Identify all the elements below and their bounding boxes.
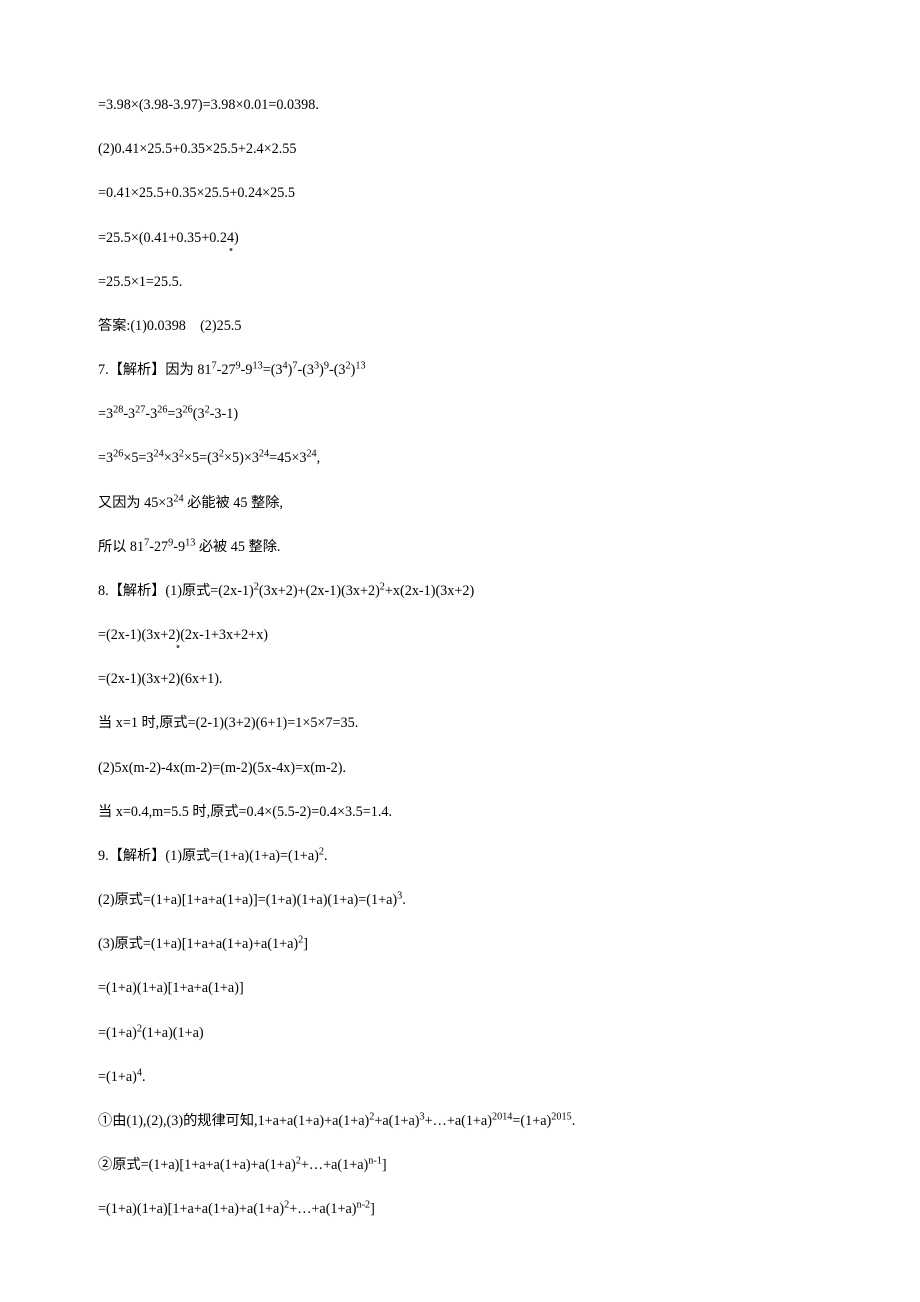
text-fragment: +x(2x-1)(3x+2) bbox=[385, 583, 474, 599]
emphasis-dot: 4 bbox=[227, 229, 234, 248]
text-fragment: -3 bbox=[123, 406, 135, 422]
text-line: (3)原式=(1+a)[1+a+a(1+a)+a(1+a)2] bbox=[98, 935, 822, 954]
text-line: =(1+a)(1+a)[1+a+a(1+a)] bbox=[98, 979, 822, 998]
document-page: =3.98×(3.98-3.97)=3.98×0.01=0.0398. (2)0… bbox=[0, 0, 920, 1302]
answer-line: 答案:(1)0.0398 (2)25.5 bbox=[98, 317, 822, 336]
text-fragment: (3)原式=(1+a)[1+a+a(1+a)+a(1+a) bbox=[98, 936, 298, 952]
superscript: 13 bbox=[355, 360, 365, 371]
superscript: 26 bbox=[183, 404, 193, 415]
text-fragment: (2)原式=(1+a)[1+a+a(1+a)]=(1+a)(1+a)(1+a)=… bbox=[98, 892, 397, 908]
text-fragment: (2x-1+3x+2+x) bbox=[180, 627, 268, 643]
superscript: 2014 bbox=[492, 1111, 512, 1122]
superscript: 27 bbox=[135, 404, 145, 415]
text-fragment: . bbox=[324, 848, 328, 864]
text-fragment: 必能被 45 整除, bbox=[184, 495, 283, 511]
text-line: (2)原式=(1+a)[1+a+a(1+a)]=(1+a)(1+a)(1+a)=… bbox=[98, 891, 822, 910]
solution-line-8: 8.【解析】(1)原式=(2x-1)2(3x+2)+(2x-1)(3x+2)2+… bbox=[98, 582, 822, 601]
text-fragment: +…+a(1+a) bbox=[425, 1113, 492, 1129]
text-line: 当 x=1 时,原式=(2-1)(3+2)(6+1)=1×5×7=35. bbox=[98, 714, 822, 733]
text-fragment: ) bbox=[234, 230, 239, 246]
text-line: (2)0.41×25.5+0.35×25.5+2.4×2.55 bbox=[98, 140, 822, 159]
text-fragment: ] bbox=[370, 1201, 375, 1217]
superscript: n-1 bbox=[368, 1155, 382, 1166]
text-fragment: 9.【解析】(1)原式=(1+a)(1+a)=(1+a) bbox=[98, 848, 319, 864]
text-fragment: =45×3 bbox=[269, 450, 306, 466]
text-fragment: -27 bbox=[149, 539, 168, 555]
text-fragment: (3x+2)+(2x-1)(3x+2) bbox=[259, 583, 380, 599]
text-fragment: -27 bbox=[217, 362, 236, 378]
text-fragment: 所以 81 bbox=[98, 539, 144, 555]
solution-line-9: 9.【解析】(1)原式=(1+a)(1+a)=(1+a)2. bbox=[98, 847, 822, 866]
text-fragment: , bbox=[317, 450, 321, 466]
text-fragment: =(1+a)(1+a)[1+a+a(1+a)+a(1+a) bbox=[98, 1201, 284, 1217]
text-line: ①由(1),(2),(3)的规律可知,1+a+a(1+a)+a(1+a)2+a(… bbox=[98, 1112, 822, 1131]
superscript: 13 bbox=[185, 537, 195, 548]
text-line: =(2x-1)(3x+2)(6x+1). bbox=[98, 670, 822, 689]
text-line: 所以 817-279-913 必被 45 整除. bbox=[98, 538, 822, 557]
superscript: 24 bbox=[154, 449, 164, 460]
text-fragment: =3 bbox=[167, 406, 182, 422]
solution-line-7: 7.【解析】因为 817-279-913=(34)7-(33)9-(32)13 bbox=[98, 361, 822, 380]
text-fragment: . bbox=[142, 1069, 146, 1085]
text-fragment: -9 bbox=[173, 539, 185, 555]
text-fragment: ×5=(3 bbox=[184, 450, 219, 466]
text-fragment: (1+a)(1+a) bbox=[142, 1025, 204, 1041]
text-line: =0.41×25.5+0.35×25.5+0.24×25.5 bbox=[98, 184, 822, 203]
text-line: 又因为 45×324 必能被 45 整除, bbox=[98, 494, 822, 513]
text-line: =(1+a)(1+a)[1+a+a(1+a)+a(1+a)2+…+a(1+a)n… bbox=[98, 1200, 822, 1219]
superscript: 13 bbox=[252, 360, 262, 371]
text-fragment: =3 bbox=[98, 406, 113, 422]
text-fragment: =25.5×(0.41+0.35+0.2 bbox=[98, 230, 227, 246]
text-fragment: -(3 bbox=[297, 362, 314, 378]
text-fragment: ①由(1),(2),(3)的规律可知,1+a+a(1+a)+a(1+a) bbox=[98, 1113, 369, 1129]
text-fragment: 又因为 45×3 bbox=[98, 495, 173, 511]
text-line: (2)5x(m-2)-4x(m-2)=(m-2)(5x-4x)=x(m-2). bbox=[98, 759, 822, 778]
text-fragment: ×5=3 bbox=[123, 450, 153, 466]
text-fragment: +a(1+a) bbox=[374, 1113, 419, 1129]
text-line: =25.5×(0.41+0.35+0.24) bbox=[98, 229, 822, 248]
text-fragment: . bbox=[402, 892, 406, 908]
text-fragment: . bbox=[572, 1113, 576, 1129]
text-fragment: =(3 bbox=[263, 362, 283, 378]
text-line: =(1+a)4. bbox=[98, 1068, 822, 1087]
text-fragment: 7.【解析】因为 81 bbox=[98, 362, 212, 378]
text-line: =25.5×1=25.5. bbox=[98, 273, 822, 292]
text-line: =326×5=324×32×5=(32×5)×324=45×324, bbox=[98, 449, 822, 468]
superscript: 24 bbox=[306, 449, 316, 460]
text-fragment: =(2x-1)(3x+2 bbox=[98, 627, 175, 643]
emphasis-dot: ) bbox=[175, 626, 180, 645]
text-fragment: ②原式=(1+a)[1+a+a(1+a)+a(1+a) bbox=[98, 1157, 296, 1173]
text-fragment: (3 bbox=[193, 406, 205, 422]
superscript: 2015 bbox=[551, 1111, 571, 1122]
text-line: 当 x=0.4,m=5.5 时,原式=0.4×(5.5-2)=0.4×3.5=1… bbox=[98, 803, 822, 822]
text-fragment: -(3 bbox=[329, 362, 346, 378]
text-fragment: ] bbox=[382, 1157, 387, 1173]
text-line: =3.98×(3.98-3.97)=3.98×0.01=0.0398. bbox=[98, 96, 822, 115]
text-fragment: 8.【解析】(1)原式=(2x-1) bbox=[98, 583, 254, 599]
superscript: 26 bbox=[157, 404, 167, 415]
text-fragment: -3 bbox=[145, 406, 157, 422]
text-fragment: =(1+a) bbox=[512, 1113, 551, 1129]
superscript: 26 bbox=[113, 449, 123, 460]
text-fragment: ] bbox=[303, 936, 308, 952]
text-line: =328-327-326=326(32-3-1) bbox=[98, 405, 822, 424]
text-line: =(1+a)2(1+a)(1+a) bbox=[98, 1024, 822, 1043]
text-fragment: +…+a(1+a) bbox=[289, 1201, 356, 1217]
text-fragment: -3-1) bbox=[210, 406, 238, 422]
text-fragment: =(1+a) bbox=[98, 1025, 137, 1041]
text-fragment: =(1+a) bbox=[98, 1069, 137, 1085]
superscript: 24 bbox=[173, 493, 183, 504]
text-fragment: -9 bbox=[241, 362, 253, 378]
superscript: 28 bbox=[113, 404, 123, 415]
superscript: n-2 bbox=[357, 1200, 371, 1211]
text-fragment: 必被 45 整除. bbox=[195, 539, 280, 555]
text-fragment: =3 bbox=[98, 450, 113, 466]
text-fragment: ×3 bbox=[164, 450, 179, 466]
text-line: =(2x-1)(3x+2)(2x-1+3x+2+x) bbox=[98, 626, 822, 645]
text-fragment: ×5)×3 bbox=[224, 450, 259, 466]
text-line: ②原式=(1+a)[1+a+a(1+a)+a(1+a)2+…+a(1+a)n-1… bbox=[98, 1156, 822, 1175]
superscript: 24 bbox=[259, 449, 269, 460]
text-fragment: +…+a(1+a) bbox=[301, 1157, 368, 1173]
